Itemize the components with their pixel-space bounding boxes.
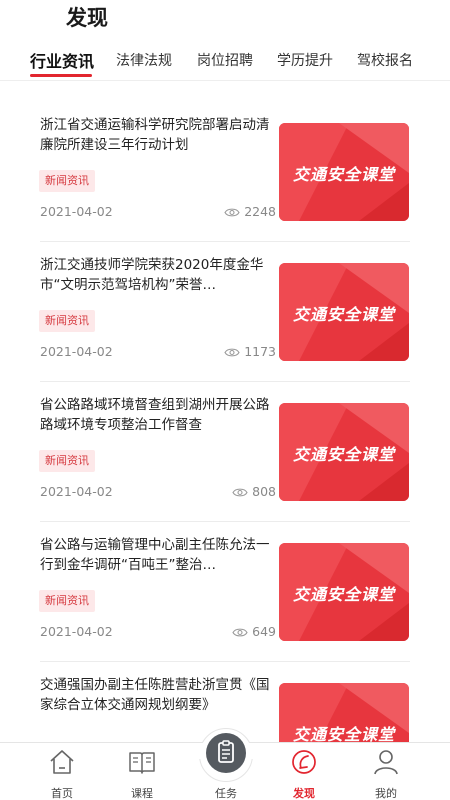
- article-thumbnail[interactable]: 交通安全课堂: [279, 123, 409, 221]
- article-tag: 新闻资讯: [39, 590, 95, 612]
- article-views: 2248: [200, 204, 276, 219]
- article-card[interactable]: 浙江交通技师学院荣获2020年度金华市“文明示范驾培机构”荣誉… 新闻资讯 20…: [24, 242, 426, 382]
- tab-driving-school[interactable]: 驾校报名: [357, 50, 413, 70]
- views-count: 2248: [244, 204, 276, 219]
- thumbnail-text: 交通安全课堂: [292, 305, 395, 324]
- article-tag: 新闻资讯: [39, 170, 95, 192]
- book-icon: [129, 752, 155, 774]
- tab-jobs[interactable]: 岗位招聘: [197, 50, 253, 70]
- article-title: 交通强国办副主任陈胜营赴浙宣贯《国家综合立体交通网规划纲要》: [40, 677, 270, 713]
- task-icon: [218, 740, 234, 763]
- nav-label: 任务: [215, 787, 237, 800]
- tab-education[interactable]: 学历提升: [277, 50, 333, 70]
- article-date: 2021-04-02: [40, 204, 113, 219]
- home-icon: [50, 750, 74, 774]
- tab-laws[interactable]: 法律法规: [116, 50, 172, 70]
- article-date: 2021-04-02: [40, 484, 113, 499]
- article-tag: 新闻资讯: [39, 310, 95, 332]
- article-card[interactable]: 省公路与运输管理中心副主任陈允法一行到金华调研“百吨王”整治… 新闻资讯 202…: [24, 522, 426, 662]
- views-count: 808: [252, 484, 276, 499]
- article-views: 1173: [200, 344, 276, 359]
- thumbnail-text: 交通安全课堂: [292, 445, 395, 464]
- eye-icon: [224, 208, 240, 217]
- article-tag: 新闻资讯: [39, 450, 95, 472]
- article-date: 2021-04-02: [40, 624, 113, 639]
- article-thumbnail[interactable]: 交通安全课堂: [279, 543, 409, 641]
- tab-industry-news[interactable]: 行业资讯: [30, 48, 94, 72]
- views-count: 649: [252, 624, 276, 639]
- user-icon: [374, 750, 398, 775]
- eye-icon: [232, 628, 248, 637]
- nav-label: 发现: [293, 787, 315, 800]
- article-thumbnail[interactable]: 交通安全课堂: [279, 263, 409, 361]
- thumbnail-text: 交通安全课堂: [292, 725, 395, 742]
- nav-label: 首页: [51, 787, 73, 800]
- article-title: 浙江交通技师学院荣获2020年度金华市“文明示范驾培机构”荣誉…: [40, 257, 264, 293]
- article-date: 2021-04-02: [40, 344, 113, 359]
- article-views: 649: [200, 624, 276, 639]
- nav-label: 我的: [375, 787, 397, 800]
- header: 发现: [0, 0, 450, 36]
- article-thumbnail[interactable]: 交通安全课堂: [279, 403, 409, 501]
- compass-icon: [292, 750, 316, 774]
- thumbnail-text: 交通安全课堂: [292, 585, 395, 604]
- article-title: 省公路路域环境督查组到湖州开展公路路域环境专项整治工作督查: [40, 397, 270, 433]
- article-card[interactable]: 省公路路域环境督查组到湖州开展公路路域环境专项整治工作督查 新闻资讯 2021-…: [24, 382, 426, 522]
- tabs-divider: [0, 80, 450, 81]
- nav-discover[interactable]: 发现: [264, 743, 344, 800]
- nav-courses[interactable]: 课程: [102, 743, 182, 800]
- eye-icon: [232, 488, 248, 497]
- views-count: 1173: [244, 344, 276, 359]
- article-title: 省公路与运输管理中心副主任陈允法一行到金华调研“百吨王”整治…: [40, 537, 270, 573]
- page-title: 发现: [66, 6, 108, 30]
- article-card[interactable]: 浙江省交通运输科学研究院部署启动清廉院所建设三年行动计划 新闻资讯 2021-0…: [24, 102, 426, 242]
- active-tab-indicator: [30, 74, 92, 77]
- thumbnail-text: 交通安全课堂: [292, 165, 395, 184]
- eye-icon: [224, 348, 240, 357]
- article-title: 浙江省交通运输科学研究院部署启动清廉院所建设三年行动计划: [40, 117, 270, 153]
- category-tabs: 行业资讯 法律法规 岗位招聘 学历提升 驾校报名: [0, 44, 450, 81]
- task-button[interactable]: [206, 733, 246, 773]
- nav-profile[interactable]: 我的: [346, 743, 426, 800]
- nav-home[interactable]: 首页: [22, 743, 102, 800]
- article-views: 808: [200, 484, 276, 499]
- article-feed[interactable]: 浙江省交通运输科学研究院部署启动清廉院所建设三年行动计划 新闻资讯 2021-0…: [0, 88, 450, 742]
- nav-label: 课程: [131, 787, 153, 800]
- article-thumbnail[interactable]: 交通安全课堂: [279, 683, 409, 742]
